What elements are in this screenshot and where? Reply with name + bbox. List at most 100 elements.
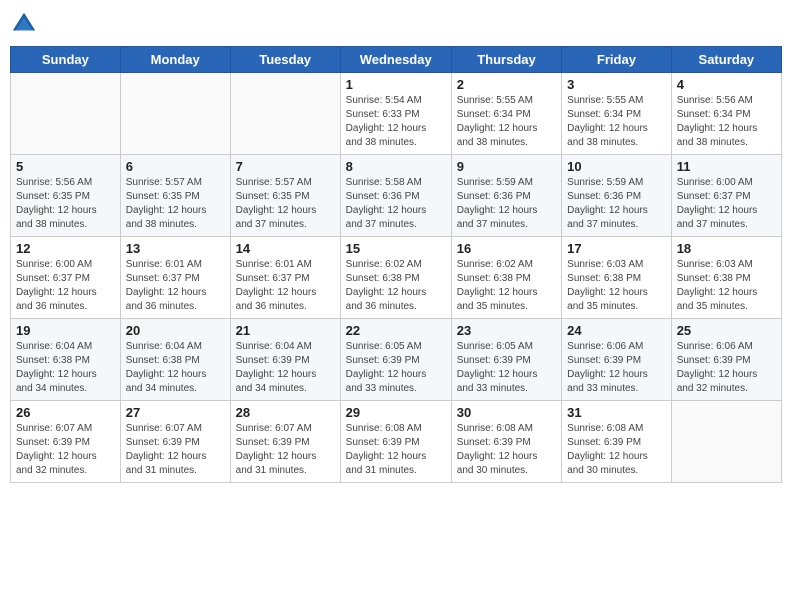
- day-info: Sunrise: 6:01 AM Sunset: 6:37 PM Dayligh…: [236, 258, 335, 314]
- day-number: 4: [677, 77, 776, 92]
- calendar-week-3: 12 Sunrise: 6:00 AM Sunset: 6:37 PM Dayli…: [11, 237, 782, 319]
- calendar-day-cell: 4 Sunrise: 5:56 AM Sunset: 6:34 PM Daylig…: [671, 73, 781, 155]
- day-info: Sunrise: 6:06 AM Sunset: 6:39 PM Dayligh…: [677, 340, 776, 396]
- day-number: 22: [346, 323, 446, 338]
- day-info: Sunrise: 6:08 AM Sunset: 6:39 PM Dayligh…: [346, 422, 446, 478]
- calendar-day-cell: 3 Sunrise: 5:55 AM Sunset: 6:34 PM Daylig…: [562, 73, 672, 155]
- calendar-day-cell: 13Sunrise: 6:01 AM Sunset: 6:37 PM Dayli…: [120, 237, 230, 319]
- day-info: Sunrise: 6:07 AM Sunset: 6:39 PM Dayligh…: [16, 422, 115, 478]
- calendar-day-cell: 26 Sunrise: 6:07 AM Sunset: 6:39 PM Dayli…: [11, 401, 121, 483]
- day-number: 31: [567, 405, 666, 420]
- day-number: 19: [16, 323, 115, 338]
- day-number: 17: [567, 241, 666, 256]
- day-info: Sunrise: 5:54 AM Sunset: 6:33 PM Dayligh…: [346, 94, 446, 150]
- day-number: 30: [457, 405, 556, 420]
- calendar-week-5: 26 Sunrise: 6:07 AM Sunset: 6:39 PM Dayli…: [11, 401, 782, 483]
- day-number: 6: [126, 159, 225, 174]
- calendar-day-cell: 16 Sunrise: 6:02 AM Sunset: 6:38 PM Dayli…: [451, 237, 561, 319]
- calendar-day-cell: 30 Sunrise: 6:08 AM Sunset: 6:39 PM Dayli…: [451, 401, 561, 483]
- calendar-day-cell: 15Sunrise: 6:02 AM Sunset: 6:38 PM Dayli…: [340, 237, 451, 319]
- day-info: Sunrise: 5:56 AM Sunset: 6:34 PM Dayligh…: [677, 94, 776, 150]
- page-header: [10, 10, 782, 38]
- day-info: Sunrise: 5:55 AM Sunset: 6:34 PM Dayligh…: [457, 94, 556, 150]
- weekday-header-wednesday: Wednesday: [340, 47, 451, 73]
- calendar-day-cell: 20 Sunrise: 6:04 AM Sunset: 6:38 PM Dayli…: [120, 319, 230, 401]
- day-number: 28: [236, 405, 335, 420]
- day-info: Sunrise: 6:07 AM Sunset: 6:39 PM Dayligh…: [126, 422, 225, 478]
- day-info: Sunrise: 6:03 AM Sunset: 6:38 PM Dayligh…: [677, 258, 776, 314]
- calendar-day-cell: 2Sunrise: 5:55 AM Sunset: 6:34 PM Daylig…: [451, 73, 561, 155]
- calendar-day-cell: [120, 73, 230, 155]
- day-info: Sunrise: 5:57 AM Sunset: 6:35 PM Dayligh…: [236, 176, 335, 232]
- calendar-day-cell: 18 Sunrise: 6:03 AM Sunset: 6:38 PM Dayli…: [671, 237, 781, 319]
- weekday-header-tuesday: Tuesday: [230, 47, 340, 73]
- calendar-day-cell: 31 Sunrise: 6:08 AM Sunset: 6:39 PM Dayli…: [562, 401, 672, 483]
- day-number: 25: [677, 323, 776, 338]
- calendar-day-cell: 19 Sunrise: 6:04 AM Sunset: 6:38 PM Dayli…: [11, 319, 121, 401]
- day-info: Sunrise: 5:59 AM Sunset: 6:36 PM Dayligh…: [567, 176, 666, 232]
- day-number: 14: [236, 241, 335, 256]
- day-number: 5: [16, 159, 115, 174]
- day-number: 11: [677, 159, 776, 174]
- day-number: 9: [457, 159, 556, 174]
- day-info: Sunrise: 5:56 AM Sunset: 6:35 PM Dayligh…: [16, 176, 115, 232]
- day-info: Sunrise: 6:04 AM Sunset: 6:38 PM Dayligh…: [16, 340, 115, 396]
- day-info: Sunrise: 6:05 AM Sunset: 6:39 PM Dayligh…: [457, 340, 556, 396]
- calendar-day-cell: 25 Sunrise: 6:06 AM Sunset: 6:39 PM Dayli…: [671, 319, 781, 401]
- day-number: 26: [16, 405, 115, 420]
- calendar-day-cell: 23Sunrise: 6:05 AM Sunset: 6:39 PM Dayli…: [451, 319, 561, 401]
- day-info: Sunrise: 6:01 AM Sunset: 6:37 PM Dayligh…: [126, 258, 225, 314]
- day-info: Sunrise: 6:05 AM Sunset: 6:39 PM Dayligh…: [346, 340, 446, 396]
- day-number: 27: [126, 405, 225, 420]
- calendar-day-cell: 27 Sunrise: 6:07 AM Sunset: 6:39 PM Dayli…: [120, 401, 230, 483]
- calendar-day-cell: 11 Sunrise: 6:00 AM Sunset: 6:37 PM Dayli…: [671, 155, 781, 237]
- calendar-day-cell: [11, 73, 121, 155]
- day-info: Sunrise: 6:02 AM Sunset: 6:38 PM Dayligh…: [346, 258, 446, 314]
- calendar-day-cell: 1 Sunrise: 5:54 AM Sunset: 6:33 PM Daylig…: [340, 73, 451, 155]
- day-number: 24: [567, 323, 666, 338]
- day-number: 1: [346, 77, 446, 92]
- day-info: Sunrise: 6:00 AM Sunset: 6:37 PM Dayligh…: [677, 176, 776, 232]
- calendar-day-cell: 17 Sunrise: 6:03 AM Sunset: 6:38 PM Dayli…: [562, 237, 672, 319]
- weekday-header-friday: Friday: [562, 47, 672, 73]
- day-number: 7: [236, 159, 335, 174]
- day-number: 16: [457, 241, 556, 256]
- calendar-day-cell: 6 Sunrise: 5:57 AM Sunset: 6:35 PM Daylig…: [120, 155, 230, 237]
- logo-icon: [10, 10, 38, 38]
- day-number: 20: [126, 323, 225, 338]
- day-info: Sunrise: 5:57 AM Sunset: 6:35 PM Dayligh…: [126, 176, 225, 232]
- calendar-day-cell: 28 Sunrise: 6:07 AM Sunset: 6:39 PM Dayli…: [230, 401, 340, 483]
- day-number: 12: [16, 241, 115, 256]
- calendar-day-cell: 24Sunrise: 6:06 AM Sunset: 6:39 PM Dayli…: [562, 319, 672, 401]
- day-number: 18: [677, 241, 776, 256]
- day-info: Sunrise: 6:08 AM Sunset: 6:39 PM Dayligh…: [567, 422, 666, 478]
- calendar-week-2: 5 Sunrise: 5:56 AM Sunset: 6:35 PM Daylig…: [11, 155, 782, 237]
- calendar-day-cell: 8 Sunrise: 5:58 AM Sunset: 6:36 PM Daylig…: [340, 155, 451, 237]
- day-info: Sunrise: 5:58 AM Sunset: 6:36 PM Dayligh…: [346, 176, 446, 232]
- day-info: Sunrise: 6:00 AM Sunset: 6:37 PM Dayligh…: [16, 258, 115, 314]
- calendar-day-cell: 14 Sunrise: 6:01 AM Sunset: 6:37 PM Dayli…: [230, 237, 340, 319]
- day-info: Sunrise: 6:03 AM Sunset: 6:38 PM Dayligh…: [567, 258, 666, 314]
- day-info: Sunrise: 6:04 AM Sunset: 6:38 PM Dayligh…: [126, 340, 225, 396]
- calendar-week-1: 1 Sunrise: 5:54 AM Sunset: 6:33 PM Daylig…: [11, 73, 782, 155]
- calendar-day-cell: [230, 73, 340, 155]
- day-number: 8: [346, 159, 446, 174]
- day-info: Sunrise: 6:07 AM Sunset: 6:39 PM Dayligh…: [236, 422, 335, 478]
- calendar-day-cell: 29 Sunrise: 6:08 AM Sunset: 6:39 PM Dayli…: [340, 401, 451, 483]
- day-info: Sunrise: 6:08 AM Sunset: 6:39 PM Dayligh…: [457, 422, 556, 478]
- day-info: Sunrise: 5:59 AM Sunset: 6:36 PM Dayligh…: [457, 176, 556, 232]
- day-info: Sunrise: 5:55 AM Sunset: 6:34 PM Dayligh…: [567, 94, 666, 150]
- weekday-header-monday: Monday: [120, 47, 230, 73]
- day-number: 10: [567, 159, 666, 174]
- calendar-day-cell: 5 Sunrise: 5:56 AM Sunset: 6:35 PM Daylig…: [11, 155, 121, 237]
- weekday-header-row: SundayMondayTuesdayWednesdayThursdayFrid…: [11, 47, 782, 73]
- calendar-day-cell: 9 Sunrise: 5:59 AM Sunset: 6:36 PM Daylig…: [451, 155, 561, 237]
- calendar-day-cell: 7 Sunrise: 5:57 AM Sunset: 6:35 PM Daylig…: [230, 155, 340, 237]
- calendar-week-4: 19 Sunrise: 6:04 AM Sunset: 6:38 PM Dayli…: [11, 319, 782, 401]
- day-number: 29: [346, 405, 446, 420]
- day-number: 3: [567, 77, 666, 92]
- calendar-day-cell: 10 Sunrise: 5:59 AM Sunset: 6:36 PM Dayli…: [562, 155, 672, 237]
- calendar-day-cell: [671, 401, 781, 483]
- logo: [10, 10, 42, 38]
- day-info: Sunrise: 6:02 AM Sunset: 6:38 PM Dayligh…: [457, 258, 556, 314]
